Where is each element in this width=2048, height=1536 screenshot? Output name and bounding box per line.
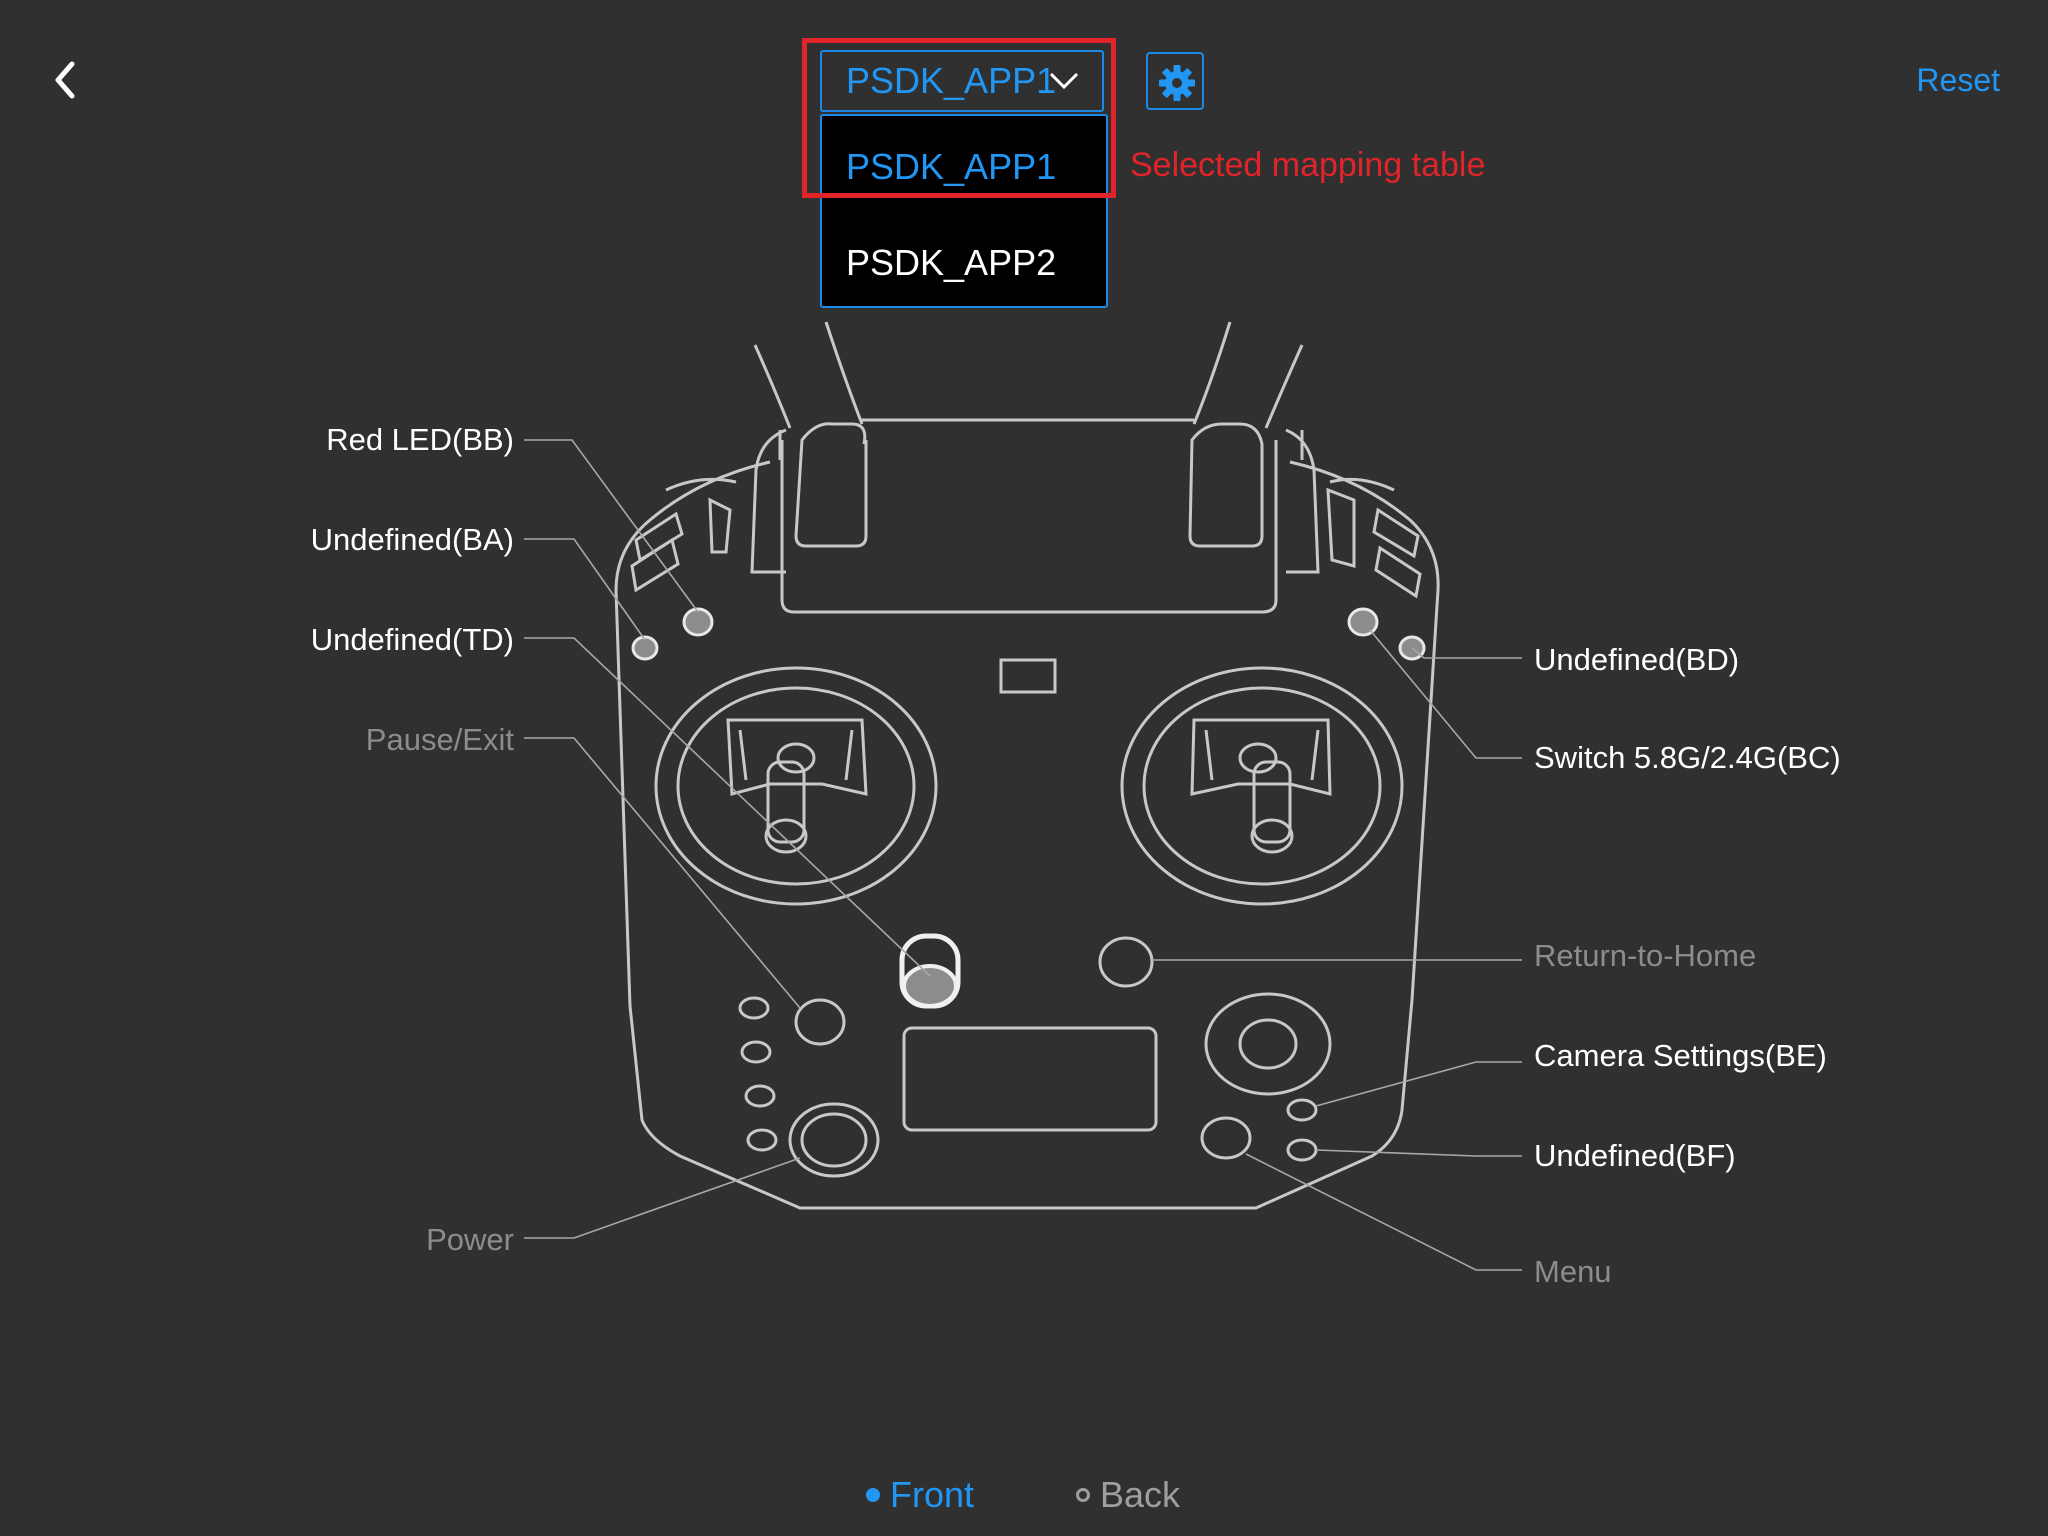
label-pause-exit: Pause/Exit xyxy=(365,722,514,757)
label-red-led-bb[interactable]: Red LED(BB) xyxy=(326,422,514,458)
label-undefined-ba[interactable]: Undefined(BA) xyxy=(311,522,514,558)
label-power: Power xyxy=(426,1222,514,1257)
tab-front[interactable]: Front xyxy=(866,1474,974,1516)
label-undefined-bf[interactable]: Undefined(BF) xyxy=(1534,1138,1736,1174)
tab-back[interactable]: Back xyxy=(1076,1474,1180,1516)
active-dot-icon xyxy=(866,1488,880,1502)
label-undefined-td[interactable]: Undefined(TD) xyxy=(311,622,514,658)
label-undefined-bd[interactable]: Undefined(BD) xyxy=(1534,642,1739,678)
controller-mapping-screen: PSDK_APP1 PSDK_APP1 PSDK_APP2 Selected m… xyxy=(0,0,2048,1536)
tab-back-label: Back xyxy=(1100,1474,1181,1515)
label-return-to-home: Return-to-Home xyxy=(1534,938,1757,973)
inactive-dot-icon xyxy=(1076,1488,1090,1502)
label-menu: Menu xyxy=(1534,1254,1612,1289)
label-camera-settings-be[interactable]: Camera Settings(BE) xyxy=(1534,1038,1827,1074)
label-switch-bc[interactable]: Switch 5.8G/2.4G(BC) xyxy=(1534,740,1841,776)
tab-front-label: Front xyxy=(890,1474,975,1515)
